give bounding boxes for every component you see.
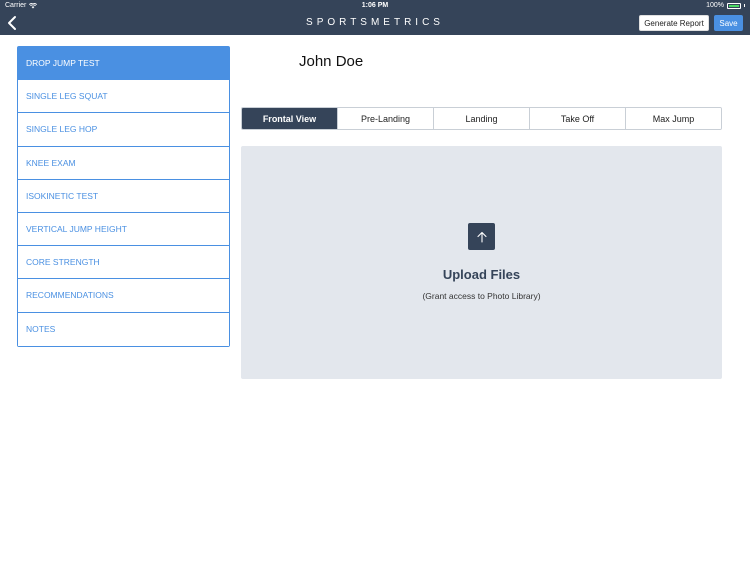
status-bar: Carrier 1:06 PM 100% — [0, 0, 750, 12]
sidebar-item-isokinetic-test[interactable]: ISOKINETIC TEST — [18, 179, 229, 213]
sidebar-item-label: ISOKINETIC TEST — [26, 190, 99, 201]
upload-arrow-icon — [476, 231, 487, 243]
battery-tip — [744, 4, 745, 7]
sidebar-item-label: SINGLE LEG SQUAT — [26, 91, 108, 102]
upload-title: Upload Files — [442, 267, 521, 282]
sidebar-item-vertical-jump-height[interactable]: VERTICAL JUMP HEIGHT — [18, 212, 229, 247]
upload-button[interactable] — [468, 223, 495, 250]
generate-report-button[interactable]: Generate Report — [639, 15, 709, 31]
test-sidebar: DROP JUMP TEST SINGLE LEG SQUAT SINGLE L… — [17, 46, 230, 347]
sidebar-item-label: DROP JUMP TEST — [26, 58, 100, 69]
status-time: 1:06 PM — [361, 2, 389, 9]
sidebar-item-label: RECOMMENDATIONS — [26, 290, 114, 301]
sidebar-item-recommendations[interactable]: RECOMMENDATIONS — [18, 279, 229, 313]
sidebar-item-label: SINGLE LEG HOP — [26, 124, 98, 135]
battery-indicator: 100% — [706, 2, 745, 9]
sidebar-item-drop-jump-test[interactable]: DROP JUMP TEST — [18, 47, 229, 81]
top-bar: Carrier 1:06 PM 100% SPORTSMETRICS Gener… — [0, 0, 750, 35]
sidebar-item-label: VERTICAL JUMP HEIGHT — [26, 224, 127, 235]
sidebar-item-knee-exam[interactable]: KNEE EXAM — [18, 146, 229, 180]
sidebar-item-label: NOTES — [26, 324, 56, 335]
view-tabs: Frontal View Pre-Landing Landing Take Of… — [241, 107, 722, 130]
tab-max-jump[interactable]: Max Jump — [626, 108, 721, 129]
upload-subtitle: (Grant access to Photo Library) — [422, 291, 541, 301]
save-button[interactable]: Save — [714, 15, 743, 31]
battery-icon — [727, 2, 741, 9]
sidebar-item-label: KNEE EXAM — [26, 157, 76, 168]
app-title: SPORTSMETRICS — [306, 17, 444, 28]
battery-percent: 100% — [706, 2, 724, 9]
tab-take-off[interactable]: Take Off — [530, 108, 626, 129]
upload-area[interactable]: Upload Files (Grant access to Photo Libr… — [241, 146, 722, 379]
sidebar-item-single-leg-hop[interactable]: SINGLE LEG HOP — [18, 113, 229, 147]
sidebar-item-core-strength[interactable]: CORE STRENGTH — [18, 246, 229, 280]
patient-name: John Doe — [299, 53, 364, 70]
sidebar-item-single-leg-squat[interactable]: SINGLE LEG SQUAT — [18, 80, 229, 114]
tab-pre-landing[interactable]: Pre-Landing — [338, 108, 434, 129]
tab-landing[interactable]: Landing — [434, 108, 530, 129]
tab-frontal-view[interactable]: Frontal View — [242, 108, 338, 129]
sidebar-item-label: CORE STRENGTH — [26, 257, 100, 268]
sidebar-item-notes[interactable]: NOTES — [18, 312, 229, 346]
